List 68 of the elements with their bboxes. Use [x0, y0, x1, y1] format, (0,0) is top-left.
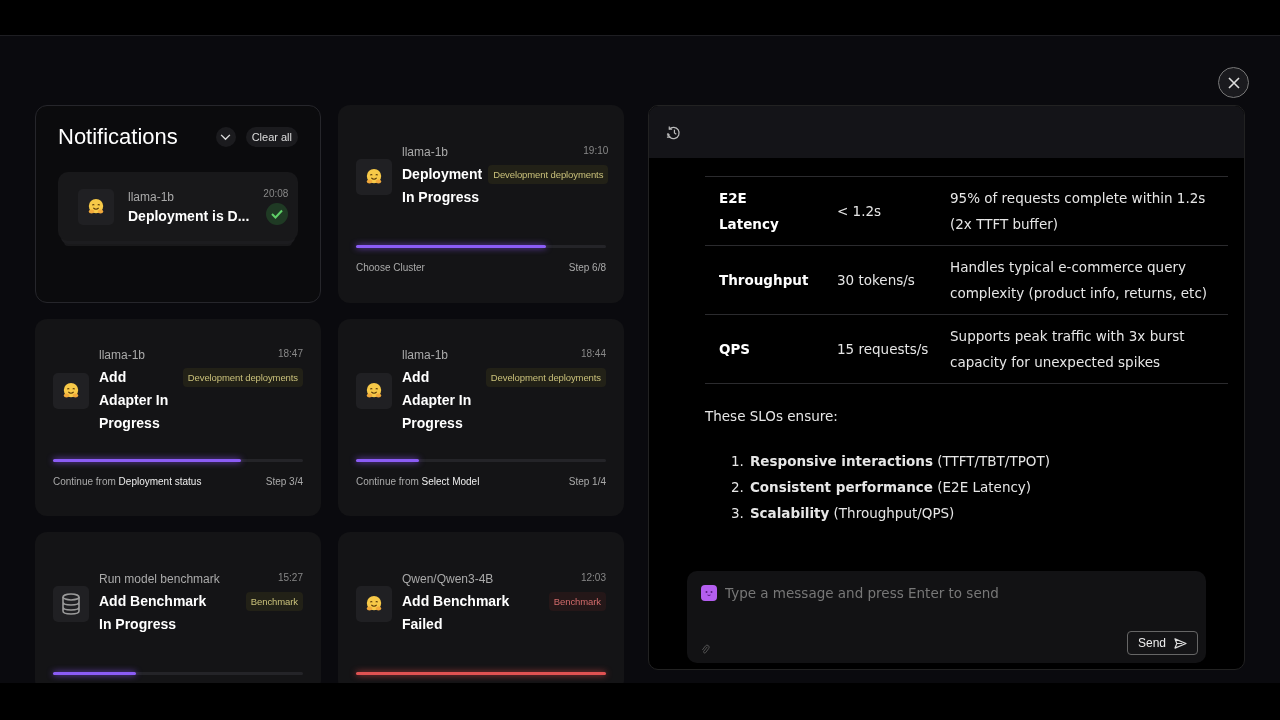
close-button[interactable]: [1218, 67, 1249, 98]
send-icon: [1174, 637, 1187, 649]
notification-source: llama-1b: [402, 145, 449, 159]
list-number: 1.: [731, 452, 744, 471]
notification-title: Add Benchmark Failed: [402, 592, 511, 634]
notification-source: llama-1b: [402, 347, 449, 362]
category-tag: Development deployments: [485, 367, 606, 387]
list-number: 3.: [731, 504, 744, 523]
notification-card[interactable]: llama-1b 18:44 Add Adapter In Progress Development deployments Continue from Select Model Step 1/4: [338, 319, 624, 516]
smiley-icon: [365, 382, 383, 400]
table-cell-text: Supports peak traffic with 3x burst capacity for unexpected spikes: [950, 327, 1186, 372]
table-cell-text: 95% of requests complete within 1.2s (2x TTFT buffer): [950, 189, 1207, 234]
table-cell-text: < 1.2s: [837, 202, 883, 221]
bot-icon: [701, 585, 717, 601]
chevron-down-icon: [220, 133, 232, 141]
notification-source: llama-1b: [128, 189, 176, 204]
paperclip-icon[interactable]: [701, 644, 710, 655]
list-number: 2.: [731, 478, 744, 497]
notification-title: Add Adapter In Progress: [99, 367, 170, 433]
progress-label: Choose Cluster: [356, 262, 425, 273]
notification-card[interactable]: llama-1b 18:47 Add Adapter In Progress Development deployments Continue from Deployment status Step 3/4: [35, 319, 321, 516]
notification-card[interactable]: llama-1b 19:10 Deployment In Progress Development deployments Choose Cluster Step 6/8: [338, 105, 624, 303]
table-cell-text: QPS: [719, 340, 752, 359]
table-cell-text: 30 tokens/s: [837, 271, 916, 290]
notification-title: Deployment In Progress: [402, 165, 483, 207]
smiley-icon: [87, 197, 105, 216]
notification-title: Add Adapter In Progress: [402, 367, 473, 433]
list-item: Responsive interactions (TTFT/TBT/TPOT): [749, 452, 1050, 471]
message-paragraph: These SLOs ensure:: [705, 408, 839, 424]
category-tag: Benchmark: [548, 592, 606, 611]
notification-time: 19:10: [583, 145, 609, 158]
notification-time: 18:44: [580, 347, 606, 361]
smiley-icon: [62, 382, 80, 400]
panel-title: Notifications: [58, 124, 179, 150]
notification-time: 15:27: [277, 572, 303, 585]
table-cell-text: 15 requests/s: [837, 340, 930, 359]
category-tag: Development deployments: [488, 165, 609, 184]
message-input[interactable]: Type a message and press Enter to send: [725, 585, 1198, 601]
list-item: Scalability (Throughput/QPS): [749, 504, 955, 523]
smiley-icon: [365, 168, 383, 186]
notification-time: 18:47: [277, 347, 303, 361]
smiley-icon: [365, 595, 383, 613]
category-tag: Benchmark: [245, 592, 303, 611]
table-cell-text: Throughput: [719, 271, 810, 290]
notification-source: llama-1b: [99, 347, 146, 362]
table-cell-text: Handles typical e-commerce query complexity (product info, returns, etc): [950, 258, 1209, 303]
notification-source: Qwen/Qwen3-4B: [402, 572, 494, 586]
progress-label: Continue from Deployment status: [53, 476, 202, 487]
list-item: Consistent performance (E2E Latency): [749, 478, 1032, 497]
notification-title: Add Benchmark In Progress: [99, 592, 208, 634]
close-icon: [1226, 75, 1241, 90]
database-icon: [61, 593, 81, 615]
notification-title: Deployment is D...: [128, 207, 250, 224]
send-button[interactable]: Send: [1126, 631, 1198, 655]
notification-card[interactable]: Qwen/Qwen3-4B 12:03 Add Benchmark Failed Benchmark: [338, 532, 624, 683]
table-cell-text: E2E Latency: [719, 189, 780, 234]
step-count: Step 3/4: [265, 476, 303, 487]
progress-label: Continue from Select Model: [356, 476, 480, 487]
notification-source: Run model benchmark: [99, 572, 220, 586]
notification-time: 20:08: [263, 188, 289, 199]
category-tag: Development deployments: [182, 367, 303, 387]
step-count: Step 1/4: [568, 476, 606, 487]
notification-card[interactable]: Run model benchmark 15:27 Add Benchmark In Progress Benchmark: [35, 532, 321, 683]
collapse-button[interactable]: [215, 127, 236, 147]
step-count: Step 6/8: [568, 262, 606, 273]
notification-time: 12:03: [580, 572, 606, 585]
clear-all-button[interactable]: Clear all: [245, 127, 298, 147]
history-icon[interactable]: [666, 124, 681, 140]
